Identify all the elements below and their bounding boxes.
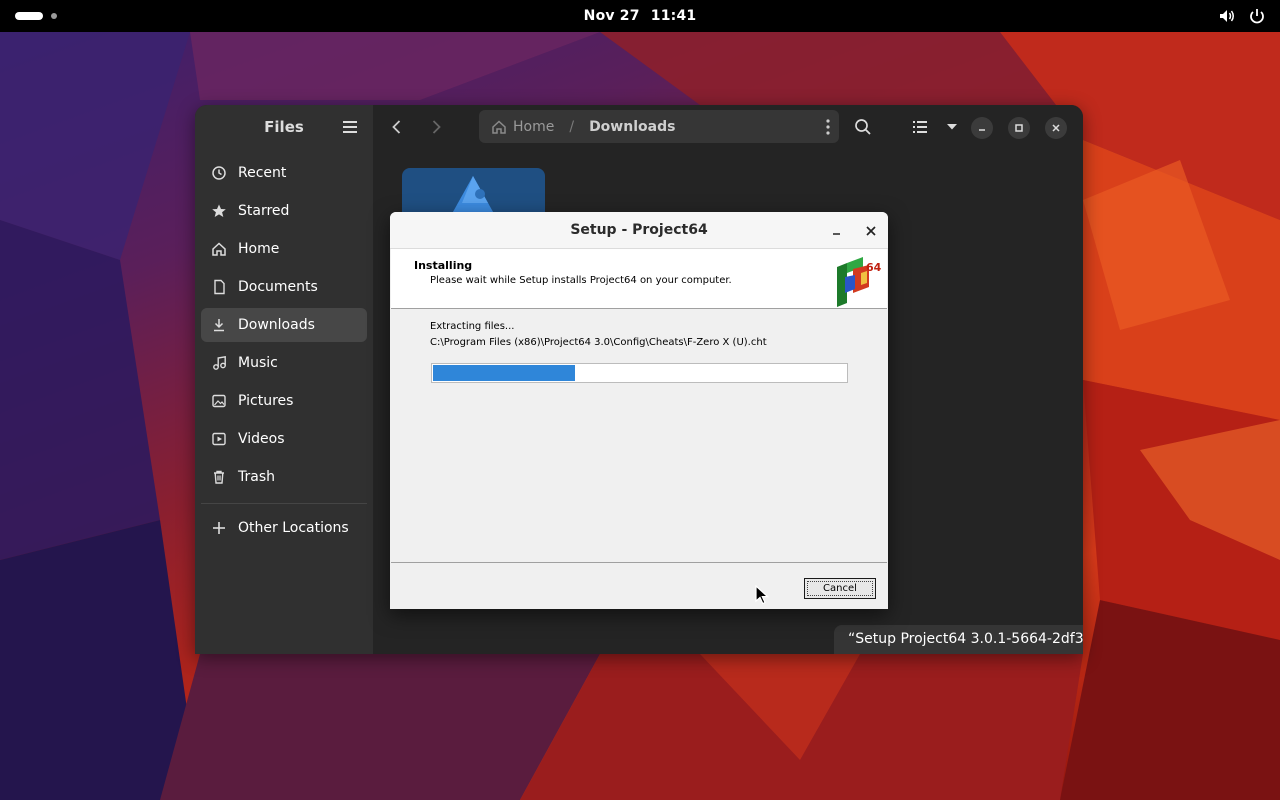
list-view-icon (913, 121, 927, 133)
top-bar: Nov 27 11:41 (0, 0, 1280, 32)
sidebar-item-label: Recent (238, 165, 287, 181)
maximize-button[interactable] (1008, 117, 1030, 139)
clock[interactable]: Nov 27 11:41 (0, 0, 1280, 32)
progress-bar-fill (433, 365, 575, 381)
document-icon (201, 279, 237, 295)
setup-body: Extracting files... C:\Program Files (x8… (391, 309, 887, 562)
view-list-button[interactable] (910, 117, 930, 141)
sidebar-item-label: Starred (238, 203, 290, 219)
sidebar-header: Files (195, 105, 373, 151)
home-icon (201, 241, 237, 257)
download-icon (201, 317, 237, 333)
search-icon (855, 119, 871, 135)
breadcrumb-separator: / (569, 118, 575, 135)
path-bar[interactable]: Home / Downloads (479, 110, 839, 143)
sidebar-item-music[interactable]: Music (201, 346, 367, 380)
sidebar-item-label: Pictures (238, 393, 294, 409)
music-icon (201, 355, 237, 371)
video-icon (201, 431, 237, 447)
setup-footer: Cancel (391, 562, 887, 609)
sidebar-item-starred[interactable]: Starred (201, 194, 367, 228)
sidebar-item-label: Downloads (238, 317, 315, 333)
chevron-left-icon (392, 120, 401, 134)
sidebar-item-label: Music (238, 355, 278, 371)
setup-close-button[interactable] (864, 223, 878, 242)
system-menu[interactable] (1218, 7, 1266, 25)
minimize-icon (833, 233, 840, 235)
sidebar-item-recent[interactable]: Recent (201, 156, 367, 190)
project64-logo: 64 (833, 253, 883, 311)
close-icon (866, 226, 876, 236)
picture-icon (201, 393, 237, 409)
clock-icon (201, 165, 237, 181)
sidebar-item-label: Documents (238, 279, 318, 295)
setup-dialog: Setup - Project64 Installing Please wait… (390, 212, 888, 609)
setup-minimize-button[interactable] (830, 223, 844, 242)
sidebar-item-trash[interactable]: Trash (201, 460, 367, 494)
star-icon (201, 203, 237, 219)
sidebar-item-home[interactable]: Home (201, 232, 367, 266)
header-bar: Home / Downloads (373, 105, 1083, 151)
trash-icon (201, 469, 237, 485)
install-status: Extracting files... (430, 321, 515, 332)
clock-time: 11:41 (650, 8, 697, 24)
sidebar-item-label: Trash (238, 469, 275, 485)
power-icon (1248, 7, 1266, 25)
sidebar-item-label: Home (238, 241, 280, 257)
setup-header-panel: Installing Please wait while Setup insta… (391, 249, 887, 309)
sidebar-item-documents[interactable]: Documents (201, 270, 367, 304)
home-icon (491, 119, 507, 135)
sidebar-item-label: Other Locations (238, 520, 349, 536)
plus-icon (201, 520, 237, 536)
pointer-icon (755, 584, 770, 605)
close-icon (1052, 124, 1060, 132)
sidebar-item-label: Videos (238, 431, 285, 447)
sidebar: Files Recent Starred Home Documents Down… (195, 105, 373, 654)
current-file-path: C:\Program Files (x86)\Project64 3.0\Con… (430, 337, 767, 348)
hamburger-icon (343, 121, 357, 133)
chevron-down-icon (947, 124, 957, 130)
sidebar-separator (201, 503, 367, 504)
chevron-right-icon (432, 120, 441, 134)
sidebar-item-other-locations[interactable]: Other Locations (201, 511, 367, 545)
sidebar-item-downloads[interactable]: Downloads (201, 308, 367, 342)
sidebar-item-videos[interactable]: Videos (201, 422, 367, 456)
setup-title: Setup - Project64 (570, 222, 708, 238)
breadcrumb-home[interactable]: Home (513, 119, 554, 135)
progress-bar (431, 363, 848, 383)
more-options-button[interactable] (825, 118, 831, 140)
logo-text: 64 (866, 261, 882, 274)
minimize-icon (979, 129, 985, 131)
mouse-cursor (755, 584, 770, 609)
view-options-button[interactable] (942, 117, 962, 141)
close-button[interactable] (1045, 117, 1067, 139)
kebab-menu-icon (826, 119, 830, 135)
forward-button[interactable] (426, 117, 446, 141)
setup-subheading: Please wait while Setup installs Project… (430, 275, 732, 286)
volume-icon (1218, 7, 1236, 25)
search-button[interactable] (853, 117, 873, 141)
back-button[interactable] (387, 117, 407, 141)
clock-date: Nov 27 (583, 8, 640, 24)
cancel-button[interactable]: Cancel (804, 578, 876, 599)
sidebar-item-pictures[interactable]: Pictures (201, 384, 367, 418)
maximize-icon (1015, 124, 1023, 132)
setup-heading: Installing (414, 259, 473, 272)
selection-status: “Setup Project64 3.0.1-5664-2df3434.exe”… (834, 625, 1083, 654)
main-menu-button[interactable] (341, 119, 359, 139)
setup-title-bar: Setup - Project64 (390, 212, 888, 249)
breadcrumb-current[interactable]: Downloads (589, 119, 675, 135)
minimize-button[interactable] (971, 117, 993, 139)
